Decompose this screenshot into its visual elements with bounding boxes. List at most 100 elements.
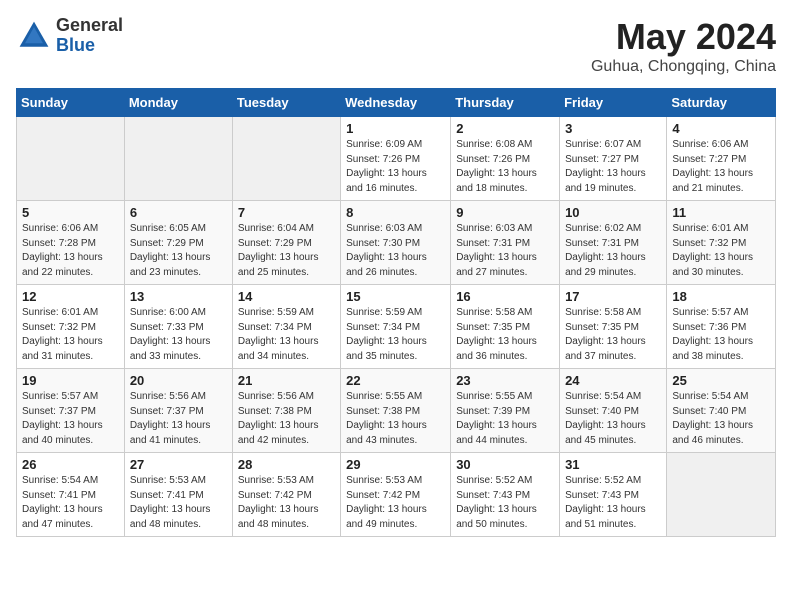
day-number: 17 [565, 289, 661, 304]
calendar-cell: 24 Sunrise: 5:54 AM Sunset: 7:40 PM Dayli… [560, 369, 667, 453]
day-info: Sunrise: 5:53 AM Sunset: 7:42 PM Dayligh… [346, 474, 445, 532]
calendar-cell: 20Sunrise: 5:56 AM Sunset: 7:37 PM Dayli… [124, 369, 232, 453]
day-number: 6 [130, 205, 227, 220]
calendar-week-5: 26 Sunrise: 5:54 AM Sunset: 7:41 PM Dayli… [17, 453, 776, 537]
day-number: 15 [346, 289, 445, 304]
header-saturday: Saturday [667, 89, 776, 117]
day-info: Sunrise: 5:59 AM Sunset: 7:34 PM Dayligh… [346, 306, 445, 364]
day-info: Sunrise: 5:58 AM Sunset: 7:35 PM Dayligh… [456, 306, 554, 364]
day-info: Sunrise: 5:57 AM Sunset: 7:36 PM Dayligh… [672, 306, 770, 364]
day-number: 14 [238, 289, 335, 304]
calendar-header-row: SundayMondayTuesdayWednesdayThursdayFrid… [17, 89, 776, 117]
logo-general: General [56, 16, 123, 36]
calendar-cell: 27Sunrise: 5:53 AM Sunset: 7:41 PM Dayli… [124, 453, 232, 537]
calendar-cell [17, 117, 125, 201]
logo-text: General Blue [56, 16, 123, 56]
calendar-cell: 3 Sunrise: 6:07 AM Sunset: 7:27 PM Daylig… [560, 117, 667, 201]
day-info: Sunrise: 5:56 AM Sunset: 7:38 PM Dayligh… [238, 390, 335, 448]
calendar-cell: 18 Sunrise: 5:57 AM Sunset: 7:36 PM Dayli… [667, 285, 776, 369]
day-number: 3 [565, 121, 661, 136]
day-info: Sunrise: 6:04 AM Sunset: 7:29 PM Dayligh… [238, 222, 335, 280]
day-info: Sunrise: 6:05 AM Sunset: 7:29 PM Dayligh… [130, 222, 227, 280]
header-thursday: Thursday [451, 89, 560, 117]
page-header: General Blue May 2024 Guhua, Chongqing, … [16, 16, 776, 76]
calendar-week-2: 5Sunrise: 6:06 AM Sunset: 7:28 PM Daylig… [17, 201, 776, 285]
day-number: 8 [346, 205, 445, 220]
day-info: Sunrise: 5:58 AM Sunset: 7:35 PM Dayligh… [565, 306, 661, 364]
calendar-cell: 9Sunrise: 6:03 AM Sunset: 7:31 PM Daylig… [451, 201, 560, 285]
day-info: Sunrise: 5:54 AM Sunset: 7:40 PM Dayligh… [565, 390, 661, 448]
day-number: 9 [456, 205, 554, 220]
day-number: 4 [672, 121, 770, 136]
subtitle: Guhua, Chongqing, China [591, 58, 776, 76]
day-number: 7 [238, 205, 335, 220]
day-number: 12 [22, 289, 119, 304]
calendar-week-4: 19 Sunrise: 5:57 AM Sunset: 7:37 PM Dayli… [17, 369, 776, 453]
logo-icon [16, 18, 52, 54]
header-monday: Monday [124, 89, 232, 117]
day-number: 18 [672, 289, 770, 304]
day-info: Sunrise: 5:54 AM Sunset: 7:40 PM Dayligh… [672, 390, 770, 448]
day-info: Sunrise: 5:54 AM Sunset: 7:41 PM Dayligh… [22, 474, 119, 532]
calendar-cell: 5Sunrise: 6:06 AM Sunset: 7:28 PM Daylig… [17, 201, 125, 285]
logo: General Blue [16, 16, 123, 56]
day-info: Sunrise: 6:06 AM Sunset: 7:28 PM Dayligh… [22, 222, 119, 280]
calendar-table: SundayMondayTuesdayWednesdayThursdayFrid… [16, 88, 776, 537]
day-info: Sunrise: 5:52 AM Sunset: 7:43 PM Dayligh… [565, 474, 661, 532]
calendar-cell: 31 Sunrise: 5:52 AM Sunset: 7:43 PM Dayli… [560, 453, 667, 537]
calendar-cell: 26 Sunrise: 5:54 AM Sunset: 7:41 PM Dayli… [17, 453, 125, 537]
day-number: 21 [238, 373, 335, 388]
day-info: Sunrise: 6:01 AM Sunset: 7:32 PM Dayligh… [22, 306, 119, 364]
calendar-week-3: 12 Sunrise: 6:01 AM Sunset: 7:32 PM Dayli… [17, 285, 776, 369]
day-info: Sunrise: 5:59 AM Sunset: 7:34 PM Dayligh… [238, 306, 335, 364]
day-number: 19 [22, 373, 119, 388]
header-tuesday: Tuesday [232, 89, 340, 117]
day-number: 31 [565, 457, 661, 472]
day-number: 30 [456, 457, 554, 472]
calendar-cell [232, 117, 340, 201]
day-info: Sunrise: 5:57 AM Sunset: 7:37 PM Dayligh… [22, 390, 119, 448]
calendar-cell: 6 Sunrise: 6:05 AM Sunset: 7:29 PM Daylig… [124, 201, 232, 285]
calendar-cell: 28 Sunrise: 5:53 AM Sunset: 7:42 PM Dayli… [232, 453, 340, 537]
day-number: 26 [22, 457, 119, 472]
calendar-cell: 14 Sunrise: 5:59 AM Sunset: 7:34 PM Dayli… [232, 285, 340, 369]
calendar-cell: 19 Sunrise: 5:57 AM Sunset: 7:37 PM Dayli… [17, 369, 125, 453]
day-number: 11 [672, 205, 770, 220]
header-sunday: Sunday [17, 89, 125, 117]
calendar-cell: 16 Sunrise: 5:58 AM Sunset: 7:35 PM Dayli… [451, 285, 560, 369]
calendar-cell: 15 Sunrise: 5:59 AM Sunset: 7:34 PM Dayli… [341, 285, 451, 369]
title-block: May 2024 Guhua, Chongqing, China [591, 16, 776, 76]
day-info: Sunrise: 6:03 AM Sunset: 7:30 PM Dayligh… [346, 222, 445, 280]
calendar-cell: 22Sunrise: 5:55 AM Sunset: 7:38 PM Dayli… [341, 369, 451, 453]
day-info: Sunrise: 6:07 AM Sunset: 7:27 PM Dayligh… [565, 138, 661, 196]
calendar-cell: 13Sunrise: 6:00 AM Sunset: 7:33 PM Dayli… [124, 285, 232, 369]
calendar-cell: 4 Sunrise: 6:06 AM Sunset: 7:27 PM Daylig… [667, 117, 776, 201]
calendar-cell: 10Sunrise: 6:02 AM Sunset: 7:31 PM Dayli… [560, 201, 667, 285]
calendar-cell [124, 117, 232, 201]
day-info: Sunrise: 6:00 AM Sunset: 7:33 PM Dayligh… [130, 306, 227, 364]
day-number: 29 [346, 457, 445, 472]
day-number: 28 [238, 457, 335, 472]
day-number: 24 [565, 373, 661, 388]
calendar-cell: 21 Sunrise: 5:56 AM Sunset: 7:38 PM Dayli… [232, 369, 340, 453]
calendar-cell: 25 Sunrise: 5:54 AM Sunset: 7:40 PM Dayli… [667, 369, 776, 453]
header-wednesday: Wednesday [341, 89, 451, 117]
day-info: Sunrise: 5:53 AM Sunset: 7:42 PM Dayligh… [238, 474, 335, 532]
day-number: 16 [456, 289, 554, 304]
day-info: Sunrise: 6:08 AM Sunset: 7:26 PM Dayligh… [456, 138, 554, 196]
day-info: Sunrise: 6:06 AM Sunset: 7:27 PM Dayligh… [672, 138, 770, 196]
day-info: Sunrise: 6:01 AM Sunset: 7:32 PM Dayligh… [672, 222, 770, 280]
main-title: May 2024 [591, 16, 776, 58]
calendar-cell: 1Sunrise: 6:09 AM Sunset: 7:26 PM Daylig… [341, 117, 451, 201]
calendar-cell: 2 Sunrise: 6:08 AM Sunset: 7:26 PM Daylig… [451, 117, 560, 201]
day-number: 25 [672, 373, 770, 388]
day-number: 1 [346, 121, 445, 136]
day-info: Sunrise: 6:02 AM Sunset: 7:31 PM Dayligh… [565, 222, 661, 280]
calendar-cell: 17 Sunrise: 5:58 AM Sunset: 7:35 PM Dayli… [560, 285, 667, 369]
calendar-cell: 12 Sunrise: 6:01 AM Sunset: 7:32 PM Dayli… [17, 285, 125, 369]
day-number: 2 [456, 121, 554, 136]
day-number: 23 [456, 373, 554, 388]
calendar-cell: 7 Sunrise: 6:04 AM Sunset: 7:29 PM Daylig… [232, 201, 340, 285]
day-info: Sunrise: 5:52 AM Sunset: 7:43 PM Dayligh… [456, 474, 554, 532]
logo-blue: Blue [56, 36, 123, 56]
